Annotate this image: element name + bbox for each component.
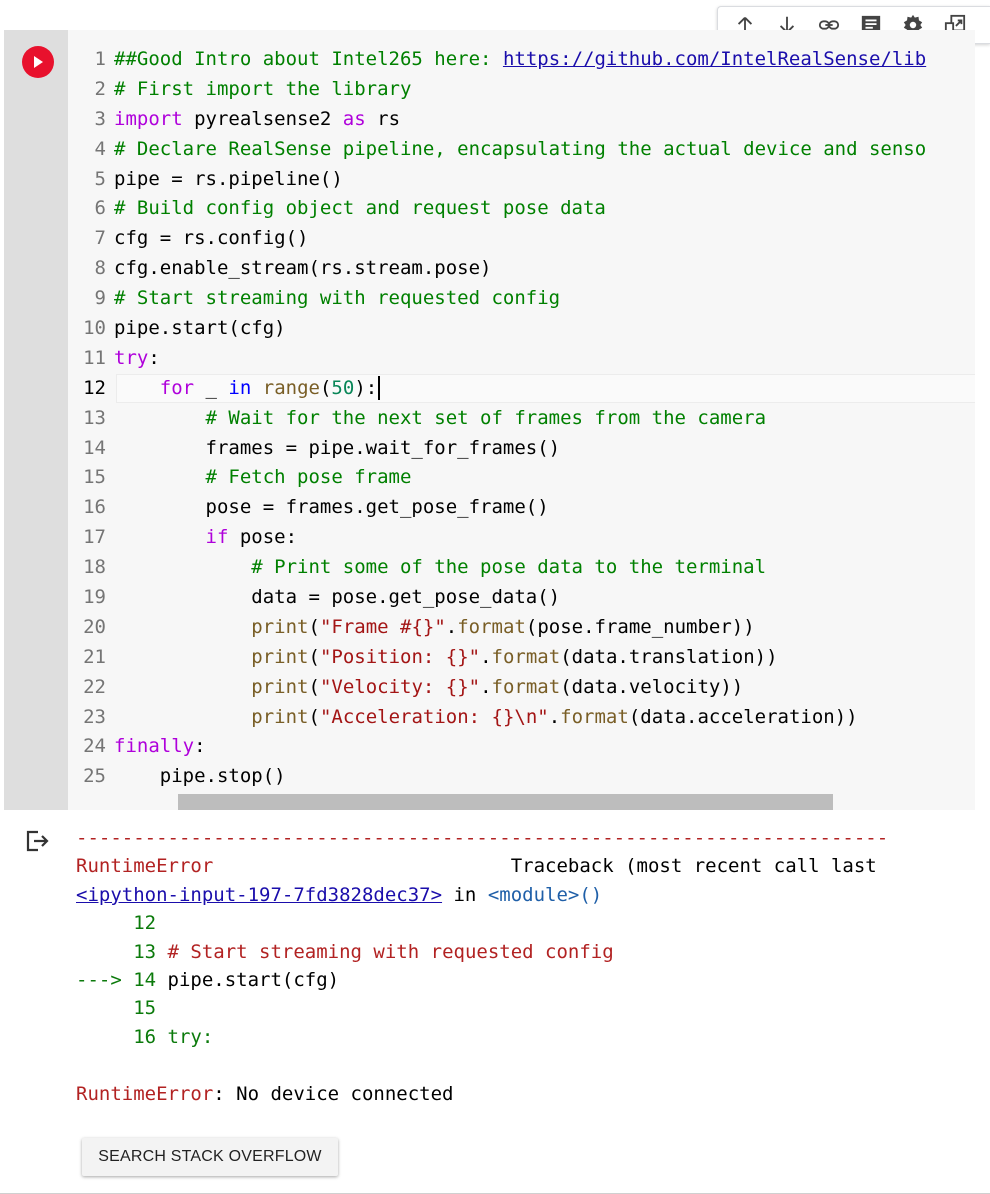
code-cell: 1 ##Good Intro about Intel265 here: https…	[4, 30, 990, 810]
line-number: 12	[83, 376, 106, 399]
line-number: 18	[83, 556, 106, 579]
code-line: 4 # Declare RealSense pipeline, encapsula…	[68, 135, 927, 165]
horizontal-scrollbar[interactable]	[178, 794, 833, 810]
line-number: 3	[94, 107, 106, 130]
line-number: 13	[83, 406, 106, 429]
line-number: 5	[94, 167, 106, 190]
search-stack-overflow-button[interactable]: SEARCH STACK OVERFLOW	[82, 1138, 338, 1176]
line-number: 9	[94, 287, 106, 310]
traceback-output: ----------------------------------------…	[76, 827, 889, 1105]
line-number: 6	[94, 197, 106, 220]
output-exit-icon	[26, 830, 49, 852]
line-number: 2	[94, 77, 106, 100]
line-number: 24	[83, 735, 106, 758]
code-line: 20 print("Frame #{}".format(pose.frame_n…	[68, 613, 926, 643]
code-line: 18 # Print some of the pose data to the …	[68, 553, 926, 583]
code-line: 24 finally:	[68, 732, 926, 762]
code-line: 16 pose = frames.get_pose_frame()	[68, 493, 926, 523]
code-line: 25 pipe.stop()	[68, 762, 926, 792]
line-number: 25	[83, 765, 106, 788]
ipython-input-link[interactable]: <ipython-input-197-7fd3828dec37>	[76, 884, 442, 906]
cell-output: ----------------------------------------…	[0, 812, 990, 1194]
code-line: 5 pipe = rs.pipeline()	[68, 165, 926, 195]
code-line: 23 print("Acceleration: {}\n".format(dat…	[68, 703, 926, 733]
run-cell-button[interactable]	[22, 46, 54, 78]
code-line: 14 frames = pipe.wait_for_frames()	[68, 434, 926, 464]
line-number: 8	[94, 257, 106, 280]
line-number: 1	[94, 48, 106, 70]
line-number: 23	[83, 705, 106, 728]
code-line: 3 import pyrealsense2 as rs	[68, 105, 926, 135]
code-line: 17 if pose:	[68, 523, 926, 553]
code-line: 22 print("Velocity: {}".format(data.velo…	[68, 673, 926, 703]
line-number: 4	[94, 137, 106, 160]
line-number: 19	[83, 586, 106, 609]
code-line: 11 try:	[68, 344, 926, 374]
line-number: 14	[83, 436, 106, 459]
code-line: 9 # Start streaming with requested config	[68, 284, 926, 314]
code-editor[interactable]: 1 ##Good Intro about Intel265 here: https…	[68, 30, 975, 810]
line-number: 21	[83, 645, 106, 668]
line-number: 10	[83, 317, 106, 340]
final-error-message: : No device connected	[213, 1082, 454, 1105]
code-line: 2 # First import the library	[68, 75, 926, 105]
line-number: 7	[94, 227, 106, 250]
line-number: 17	[83, 526, 106, 549]
code-line-active: 12 for _ in range(50):	[68, 373, 975, 404]
code-line: 8 cfg.enable_stream(rs.stream.pose)	[68, 254, 926, 284]
text-cursor	[378, 376, 381, 401]
code-line: 7 cfg = rs.config()	[68, 224, 926, 254]
line-number: 11	[83, 346, 106, 369]
final-error-name: RuntimeError	[76, 1082, 214, 1105]
code-line: 19 data = pose.get_pose_data()	[68, 583, 926, 613]
code-line: 21 print("Position: {}".format(data.tran…	[68, 643, 926, 673]
play-icon	[34, 56, 43, 68]
line-number: 22	[83, 675, 106, 698]
cell-gutter	[4, 30, 68, 810]
code-line: 15 # Fetch pose frame	[68, 463, 926, 493]
line-number: 20	[83, 615, 106, 638]
line-number: 16	[83, 496, 106, 519]
code-line: 1 ##Good Intro about Intel265 here: https…	[68, 45, 927, 75]
line-number: 15	[83, 466, 106, 489]
code-line: 10 pipe.start(cfg)	[68, 314, 926, 344]
clear-output-button[interactable]	[24, 828, 50, 854]
code-line: 13 # Wait for the next set of frames fro…	[68, 404, 926, 434]
intro-link[interactable]: https://github.com/IntelRealSense/lib	[503, 48, 926, 70]
code-line: 6 # Build config object and request pose …	[68, 194, 926, 224]
error-name: RuntimeError	[76, 855, 214, 878]
